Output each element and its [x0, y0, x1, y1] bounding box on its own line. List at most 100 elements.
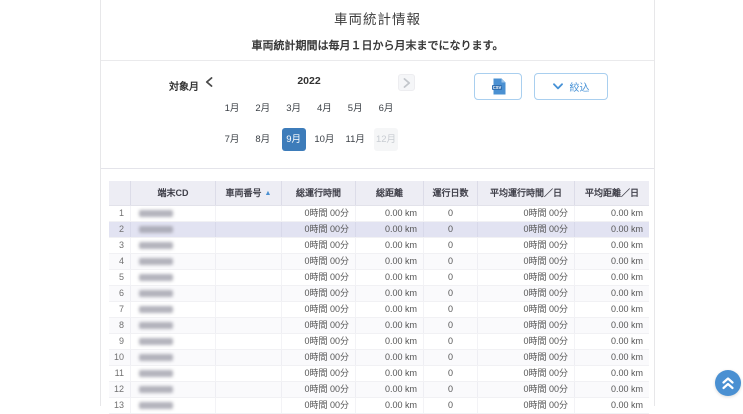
- target-month-label: 対象月: [169, 78, 199, 93]
- next-year-button[interactable]: [398, 74, 415, 91]
- total-time-cell: 0時間 00分: [281, 238, 355, 253]
- month-button-5[interactable]: 5月: [343, 97, 367, 120]
- scroll-to-top-button[interactable]: [715, 370, 741, 396]
- vehicle-no-cell: [215, 238, 281, 253]
- total-distance-cell: 0.00 km: [355, 254, 423, 269]
- vehicle-statistics-table: 端末CD 車両番号▲ 総運行時間 総距離 運行日数 平均運行時間／日 平均距離／…: [109, 181, 649, 414]
- total-time-cell: 0時間 00分: [281, 206, 355, 221]
- operating-days-cell: 0: [423, 206, 477, 221]
- table-row[interactable]: 40時間 00分0.00 km00時間 00分0.00 km: [109, 254, 649, 270]
- row-number-cell: 6: [109, 286, 130, 301]
- terminal-cd-cell: [130, 318, 215, 333]
- table-row[interactable]: 60時間 00分0.00 km00時間 00分0.00 km: [109, 286, 649, 302]
- table-row[interactable]: 100時間 00分0.00 km00時間 00分0.00 km: [109, 350, 649, 366]
- row-number-cell: 10: [109, 350, 130, 365]
- filter-button[interactable]: 絞込: [534, 73, 608, 100]
- month-button-3[interactable]: 3月: [282, 97, 306, 120]
- month-button-11[interactable]: 11月: [343, 128, 367, 151]
- total-time-cell: 0時間 00分: [281, 254, 355, 269]
- month-button-9[interactable]: 9月: [282, 128, 306, 151]
- table-row[interactable]: 80時間 00分0.00 km00時間 00分0.00 km: [109, 318, 649, 334]
- title-section: 車両統計情報 車両統計期間は毎月１日から月末までになります。: [101, 0, 654, 61]
- month-button-1[interactable]: 1月: [220, 97, 244, 120]
- table-row[interactable]: 10時間 00分0.00 km00時間 00分0.00 km: [109, 206, 649, 222]
- row-number-cell: 8: [109, 318, 130, 333]
- controls-section: 対象月 2022 1月2月3月4月5月6月 7月8月9月10月11月12月: [101, 61, 654, 169]
- redacted-terminal-cd-value: [139, 290, 173, 297]
- terminal-cd-cell: [130, 350, 215, 365]
- terminal-cd-cell: [130, 238, 215, 253]
- operating-days-cell: 0: [423, 302, 477, 317]
- avg-distance-cell: 0.00 km: [574, 302, 649, 317]
- operating-days-cell: 0: [423, 318, 477, 333]
- operating-days-cell: 0: [423, 350, 477, 365]
- redacted-terminal-cd-value: [139, 274, 173, 281]
- terminal-cd-cell: [130, 302, 215, 317]
- vehicle-no-cell: [215, 270, 281, 285]
- table-row[interactable]: 130時間 00分0.00 km00時間 00分0.00 km: [109, 398, 649, 414]
- avg-distance-cell: 0.00 km: [574, 254, 649, 269]
- total-time-cell: 0時間 00分: [281, 334, 355, 349]
- header-avg-time-per-day[interactable]: 平均運行時間／日: [477, 181, 574, 205]
- header-operating-days[interactable]: 運行日数: [423, 181, 477, 205]
- header-terminal-cd[interactable]: 端末CD: [130, 181, 215, 205]
- total-distance-cell: 0.00 km: [355, 350, 423, 365]
- avg-distance-cell: 0.00 km: [574, 286, 649, 301]
- total-distance-cell: 0.00 km: [355, 238, 423, 253]
- header-avg-distance-per-day[interactable]: 平均距離／日: [574, 181, 649, 205]
- table-row[interactable]: 70時間 00分0.00 km00時間 00分0.00 km: [109, 302, 649, 318]
- total-time-cell: 0時間 00分: [281, 270, 355, 285]
- table-row[interactable]: 120時間 00分0.00 km00時間 00分0.00 km: [109, 382, 649, 398]
- table-row[interactable]: 50時間 00分0.00 km00時間 00分0.00 km: [109, 270, 649, 286]
- csv-download-button[interactable]: CSV: [474, 73, 522, 100]
- table-body: 10時間 00分0.00 km00時間 00分0.00 km20時間 00分0.…: [109, 206, 649, 414]
- terminal-cd-cell: [130, 254, 215, 269]
- vehicle-no-cell: [215, 286, 281, 301]
- header-total-distance[interactable]: 総距離: [355, 181, 423, 205]
- month-button-7[interactable]: 7月: [220, 128, 244, 151]
- avg-distance-cell: 0.00 km: [574, 222, 649, 237]
- filter-button-label: 絞込: [570, 79, 590, 94]
- avg-time-cell: 0時間 00分: [477, 302, 574, 317]
- operating-days-cell: 0: [423, 382, 477, 397]
- double-chevron-up-icon: [721, 376, 735, 391]
- month-button-2[interactable]: 2月: [251, 97, 275, 120]
- csv-file-icon: CSV: [491, 78, 506, 95]
- row-number-cell: 9: [109, 334, 130, 349]
- redacted-terminal-cd-value: [139, 354, 173, 361]
- header-total-time[interactable]: 総運行時間: [281, 181, 355, 205]
- avg-time-cell: 0時間 00分: [477, 382, 574, 397]
- table-row[interactable]: 20時間 00分0.00 km00時間 00分0.00 km: [109, 222, 649, 238]
- header-vehicle-no-label: 車両番号: [226, 188, 262, 198]
- table-header-row: 端末CD 車両番号▲ 総運行時間 総距離 運行日数 平均運行時間／日 平均距離／…: [109, 181, 649, 206]
- redacted-terminal-cd-value: [139, 370, 173, 377]
- header-vehicle-no[interactable]: 車両番号▲: [215, 181, 281, 205]
- vehicle-no-cell: [215, 350, 281, 365]
- avg-time-cell: 0時間 00分: [477, 222, 574, 237]
- month-button-8[interactable]: 8月: [251, 128, 275, 151]
- row-number-cell: 2: [109, 222, 130, 237]
- month-button-10[interactable]: 10月: [312, 128, 336, 151]
- terminal-cd-cell: [130, 382, 215, 397]
- redacted-terminal-cd-value: [139, 258, 173, 265]
- table-row[interactable]: 30時間 00分0.00 km00時間 00分0.00 km: [109, 238, 649, 254]
- vehicle-no-cell: [215, 366, 281, 381]
- vehicle-no-cell: [215, 334, 281, 349]
- total-distance-cell: 0.00 km: [355, 222, 423, 237]
- month-button-6[interactable]: 6月: [374, 97, 398, 120]
- sort-ascending-icon: ▲: [265, 190, 272, 197]
- operating-days-cell: 0: [423, 254, 477, 269]
- terminal-cd-cell: [130, 286, 215, 301]
- avg-distance-cell: 0.00 km: [574, 382, 649, 397]
- total-distance-cell: 0.00 km: [355, 286, 423, 301]
- vehicle-no-cell: [215, 382, 281, 397]
- month-grid-row-1: 1月 2月 3月 4月 5月 6月: [220, 97, 398, 120]
- month-button-4[interactable]: 4月: [312, 97, 336, 120]
- total-time-cell: 0時間 00分: [281, 302, 355, 317]
- total-time-cell: 0時間 00分: [281, 350, 355, 365]
- terminal-cd-cell: [130, 366, 215, 381]
- table-row[interactable]: 110時間 00分0.00 km00時間 00分0.00 km: [109, 366, 649, 382]
- table-row[interactable]: 90時間 00分0.00 km00時間 00分0.00 km: [109, 334, 649, 350]
- header-row-number: [109, 181, 130, 205]
- total-distance-cell: 0.00 km: [355, 366, 423, 381]
